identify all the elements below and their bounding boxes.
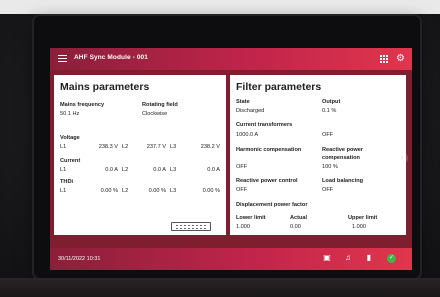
actual-label: Actual	[290, 215, 308, 221]
bar-chart-icon[interactable]: ▮	[364, 253, 374, 263]
current-value-l2: 0.0 A	[153, 167, 166, 173]
state-label: State	[236, 99, 250, 105]
background-top-band	[0, 0, 440, 14]
mains-frequency-value: 50.1 Hz	[60, 111, 80, 117]
lower-limit-value: 1.000	[236, 224, 250, 230]
reactive-power-compensation-label-1: Reactive power	[322, 147, 364, 153]
mains-parameters-panel: Mains parameters Mains frequency 50.1 Hz…	[54, 75, 226, 235]
output-value: 0.1 %	[322, 108, 337, 114]
harmonic-compensation-label: Harmonic compensation	[236, 147, 302, 153]
current-transformers-value: 1000.0 A	[236, 132, 259, 138]
current-value-l1: 0.0 A	[105, 167, 118, 173]
next-page-arrow-icon[interactable]: ›	[396, 152, 408, 164]
displacement-power-factor-label: Displacement power factor	[236, 202, 308, 208]
thdi-value-l2: 0.00 %	[148, 188, 166, 194]
voltage-value-l3: 238.2 V	[200, 144, 220, 150]
reactive-power-control-value: OFF	[236, 187, 248, 193]
state-value: Discharged	[236, 108, 265, 114]
output-label: Output	[322, 99, 341, 105]
filter-heading: Filter parameters	[236, 81, 322, 93]
bell-icon[interactable]: ♫	[343, 253, 353, 263]
app-title: AHF Sync Module - 001	[74, 54, 148, 61]
voltage-phase-l2: L2	[122, 144, 129, 150]
rotating-field-label: Rotating field	[142, 102, 178, 108]
mains-heading: Mains parameters	[60, 81, 150, 93]
current-value-l3: 0.0 A	[207, 167, 220, 173]
voltage-value-l2: 237.7 V	[146, 144, 166, 150]
rotating-field-value: Clockwise	[142, 111, 168, 117]
reactive-power-compensation-label-2: compensation	[322, 155, 360, 161]
hamburger-menu-icon[interactable]	[58, 55, 67, 62]
background-floor	[0, 278, 440, 297]
date-time: 30/11/2022 10:31	[58, 256, 101, 262]
harmonic-compensation-value: OFF	[236, 164, 248, 170]
current-transformers-label: Current transformers	[236, 122, 293, 128]
reactive-power-compensation-value: 100 %	[322, 164, 338, 170]
keyboard-icon[interactable]	[171, 222, 211, 231]
filter-parameters-panel: Filter parameters State Discharged Outpu…	[230, 75, 406, 235]
thdi-phase-l3: L3	[170, 188, 177, 194]
voltage-phase-l3: L3	[170, 144, 177, 150]
voltage-phase-l1: L1	[60, 144, 67, 150]
current-phase-l1: L1	[60, 167, 67, 173]
status-bar: 30/11/2022 10:31 ▣ ♫ ▮ ✓	[50, 248, 412, 270]
load-balancing-value: OFF	[322, 187, 334, 193]
title-bar: AHF Sync Module - 001 ⚙	[50, 48, 412, 70]
grid-apps-icon[interactable]	[380, 55, 388, 63]
documents-icon[interactable]: ▣	[322, 253, 332, 263]
upper-limit-label: Upper limit	[348, 215, 378, 221]
voltage-value-l1: 238.3 V	[98, 144, 118, 150]
current-phase-l2: L2	[122, 167, 129, 173]
hmi-screen: AHF Sync Module - 001 ⚙ Mains parameters…	[50, 48, 412, 270]
load-balancing-label: Load balancing	[322, 178, 364, 184]
voltage-label: Voltage	[60, 135, 80, 141]
thdi-value-l1: 0.00 %	[100, 188, 118, 194]
actual-value: 0.00	[290, 224, 301, 230]
thdi-value-l3: 0.00 %	[202, 188, 220, 194]
reactive-power-control-label: Reactive power control	[236, 178, 298, 184]
status-ok-icon[interactable]: ✓	[387, 254, 396, 263]
mains-frequency-label: Mains frequency	[60, 102, 105, 108]
thdi-phase-l2: L2	[122, 188, 129, 194]
current-transformers-status: OFF	[322, 132, 334, 138]
lower-limit-label: Lower limit	[236, 215, 266, 221]
gear-icon[interactable]: ⚙	[395, 53, 406, 64]
current-label: Current	[60, 158, 81, 164]
current-phase-l3: L3	[170, 167, 177, 173]
thdi-phase-l1: L1	[60, 188, 67, 194]
upper-limit-value: 1.000	[352, 224, 366, 230]
thdi-label: THDi	[60, 179, 74, 185]
